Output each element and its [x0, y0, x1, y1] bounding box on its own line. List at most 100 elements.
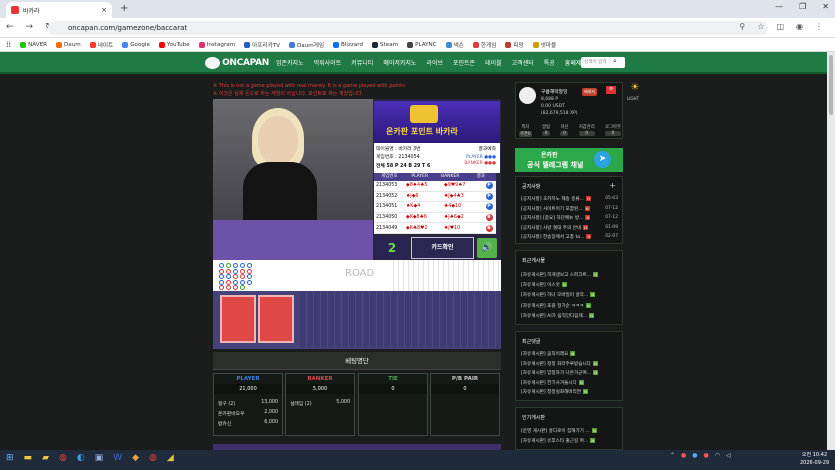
- clock[interactable]: 오전 10:42 2026-09-29: [800, 451, 829, 467]
- back-icon[interactable]: ←: [6, 22, 14, 32]
- new-badge: N: [591, 428, 597, 433]
- notice-box-item[interactable]: [공지사항] [중요] 하단메뉴 방... H: [521, 215, 591, 221]
- search-icon[interactable]: ⌕: [613, 57, 617, 66]
- tray-up-icon[interactable]: ⌃: [670, 452, 675, 459]
- close-tab-icon[interactable]: ×: [101, 6, 107, 14]
- recent-posts-item[interactable]: [자유게시판] 포괄 정기순 ㅋㅋㅋ N: [521, 302, 591, 309]
- bookmark-star-icon[interactable]: ☆: [757, 22, 764, 31]
- menu-item[interactable]: 라이브: [426, 58, 443, 67]
- bookmark-item[interactable]: Instagram: [198, 41, 235, 48]
- bookmark-item[interactable]: Google: [122, 41, 150, 48]
- notice-box: 공지사항 + [공지사항] 호카지노 제송 중류... H 05-03 [공지사항] …: [515, 176, 623, 244]
- sound-icon[interactable]: 🔊: [477, 238, 497, 258]
- bookmark-item[interactable]: YouTube: [158, 41, 190, 48]
- app2-icon[interactable]: ◆: [132, 453, 139, 463]
- item-text: [자유게시판] 움직이래요: [521, 352, 569, 357]
- bookmark-item[interactable]: 피망: [505, 41, 524, 49]
- zoom-icon[interactable]: ⚲: [739, 22, 745, 31]
- volume-icon[interactable]: ◁: [726, 452, 731, 459]
- menu-item[interactable]: 포인트존: [453, 58, 475, 67]
- profile-icon[interactable]: ◉: [796, 22, 803, 31]
- profile-stat[interactable]: 로그아웃 0: [605, 124, 621, 137]
- app-icon[interactable]: ▣: [95, 453, 104, 463]
- recent-posts-item[interactable]: [자유게시판] 이스앗 N: [521, 282, 567, 288]
- recent-comments-item[interactable]: [자유게시판] 앙정자가 나온거군여... N: [521, 370, 599, 376]
- popular-item[interactable]: [운영 게시판] 골디로이 집해가기 ... N: [521, 428, 597, 434]
- bookmark-item[interactable]: 아프리카TV: [244, 41, 280, 49]
- profile-stat[interactable]: 지산 0: [560, 124, 569, 137]
- folder-icon[interactable]: ▰: [42, 453, 49, 463]
- edge-icon[interactable]: ◐: [77, 453, 85, 463]
- url-field[interactable]: oncapan.com/gamezone/baccarat: [48, 21, 768, 35]
- new-tab-button[interactable]: +: [120, 3, 128, 14]
- popular-item[interactable]: [자유게시판] 유후스타 출근길 여... N: [521, 438, 596, 444]
- recent-posts-item[interactable]: [자유게시판] AI가 움직인다음제... N: [521, 312, 595, 319]
- notice-box-item[interactable]: [공지사항] 한송장에서 고총 ta... H: [521, 234, 592, 240]
- bookmark-item[interactable]: PLAYNC: [407, 41, 437, 48]
- notice-box-item[interactable]: [공지사항] 사이트이기 포함된... H: [521, 205, 590, 212]
- chrome-active-icon[interactable]: ◍: [149, 453, 157, 463]
- bookmark-item[interactable]: Steam: [372, 41, 398, 48]
- card-check-button[interactable]: 카드확인: [411, 237, 474, 259]
- recent-posts-item[interactable]: [자유게시판] 하나 모바일미 골작... N: [521, 292, 596, 298]
- menu-dots-icon[interactable]: ⋮: [815, 22, 823, 31]
- profile-stat[interactable]: 쪽지 쿠폰0: [519, 124, 532, 137]
- minimize-icon[interactable]: —: [775, 2, 783, 11]
- bookmark-item[interactable]: 넥슨: [445, 41, 464, 49]
- settings-icon[interactable]: ⚙: [606, 86, 616, 94]
- recent-comments-item[interactable]: [자유게시판] 정정 좌라주루받습니다 N: [521, 360, 598, 367]
- notice-more-icon[interactable]: +: [609, 181, 616, 190]
- profile-usdt: 0.00 USDT: [541, 104, 565, 109]
- bookmark-item[interactable]: 넷마블: [532, 41, 556, 49]
- menu-item[interactable]: 고객센터: [512, 58, 534, 67]
- recent-comments-item[interactable]: [자유게시판] 한기사겨들시다 N: [521, 379, 584, 386]
- forward-icon[interactable]: →: [26, 22, 34, 32]
- profile-stat[interactable]: 지갑관리 0: [578, 124, 595, 137]
- menu-item[interactable]: 커뮤니티: [351, 58, 373, 67]
- bookmark-item[interactable]: 네이트: [89, 41, 113, 49]
- notice-box-item[interactable]: [공지사항] 호카지노 제송 중류... H: [521, 196, 592, 202]
- profile-stat-label: 알림: [542, 125, 551, 130]
- menu-item[interactable]: 업존카지노: [276, 58, 304, 67]
- system-tray: ⌃ ● ● ● ◠ ◁: [670, 452, 731, 459]
- recent-posts-item[interactable]: [자유게시판] 히개생보고 스파크트... N: [521, 272, 599, 278]
- banner-title: 온카판 포인트 바카라: [386, 127, 458, 136]
- restore-icon[interactable]: ❐: [799, 2, 806, 11]
- menu-item[interactable]: 테이블: [485, 58, 502, 67]
- wifi-icon[interactable]: ◠: [715, 452, 720, 459]
- windows-start-icon[interactable]: ⊞: [6, 453, 14, 463]
- bookmark-favicon-icon: [407, 41, 414, 48]
- close-window-icon[interactable]: ✕: [822, 2, 829, 11]
- bookmark-item[interactable]: Blizzard: [333, 41, 363, 48]
- browser-tab[interactable]: 바카라 ×: [6, 2, 112, 18]
- recent-comments-item[interactable]: [자유게시판] 청정실좌해버리면 N: [521, 389, 588, 395]
- bet-column: BANKER 5,000 설레임 (2) 5,000: [285, 373, 355, 436]
- app3-icon[interactable]: ◢: [167, 453, 174, 463]
- site-search-input[interactable]: 검색어 입력: [581, 57, 625, 68]
- site-logo[interactable]: ONCAPAN: [205, 54, 269, 72]
- tray-icon-3[interactable]: ●: [704, 452, 709, 459]
- bet-user: 짱구 (2): [218, 402, 236, 407]
- tray-icon-1[interactable]: ●: [681, 452, 686, 459]
- menu-item[interactable]: 먹튀사이트: [314, 58, 342, 67]
- extensions-icon[interactable]: ◫: [776, 22, 784, 31]
- bookmark-item[interactable]: 한게임: [472, 41, 496, 49]
- scrollbar-thumb[interactable]: [829, 55, 833, 115]
- apps-icon[interactable]: ⁞⁞: [6, 40, 11, 49]
- tray-icon-2[interactable]: ●: [692, 452, 697, 459]
- bookmark-item[interactable]: Daum게임: [288, 41, 324, 49]
- result-legend: PLAYER ●●● BANKER ●●●: [464, 155, 496, 167]
- word-icon[interactable]: W: [113, 453, 122, 463]
- chrome-icon[interactable]: ◍: [59, 453, 67, 463]
- bookmark-item[interactable]: Daum: [56, 41, 81, 48]
- file-explorer-icon[interactable]: ▬: [24, 453, 33, 463]
- menu-item[interactable]: 메이저카지노: [383, 58, 416, 67]
- avatar[interactable]: [519, 87, 536, 104]
- profile-stat[interactable]: 알림 0: [542, 124, 551, 137]
- bookmark-item[interactable]: NAVER: [20, 41, 47, 48]
- menu-item[interactable]: 특공: [544, 58, 555, 67]
- road-dot: [219, 274, 224, 279]
- recent-comments-item[interactable]: [자유게시판] 움직이래요 N: [521, 351, 576, 357]
- notice-box-item[interactable]: [공지사항] 사방 절대 주의 안내 H: [521, 224, 589, 231]
- item-text: [운영 게시판] 골디로이 집해가기 ...: [521, 429, 590, 434]
